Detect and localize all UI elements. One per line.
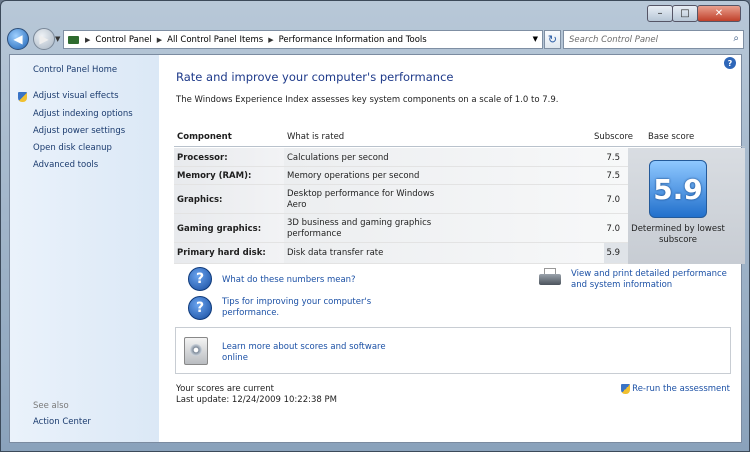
content-area: Control Panel Home Adjust visual effects…	[9, 54, 745, 443]
header-base-score: Base score	[648, 132, 695, 142]
link-what-numbers-mean[interactable]: What do these numbers mean?	[222, 275, 356, 286]
address-bar[interactable]: ▶ Control Panel ▶ All Control Panel Item…	[63, 30, 543, 49]
sidebar-item-visual-effects[interactable]: Adjust visual effects	[33, 91, 119, 101]
forward-arrow-icon: ▶	[39, 32, 49, 46]
sidebar-item-action-center[interactable]: Action Center	[33, 417, 91, 427]
row-subscore: 7.5	[606, 153, 620, 163]
row-subscore: 7.0	[606, 224, 620, 234]
base-score-panel: 5.9 Determined by lowest subscore	[628, 148, 745, 264]
last-update-text: Last update: 12/24/2009 10:22:38 PM	[176, 395, 337, 405]
sidebar: Control Panel Home Adjust visual effects…	[10, 55, 159, 442]
table-row: Primary hard disk: Disk data transfer ra…	[174, 243, 628, 264]
sidebar-item-disk-cleanup[interactable]: Open disk cleanup	[33, 143, 112, 153]
see-also-heading: See also	[33, 401, 69, 411]
score-table: Component What is rated Subscore Base sc…	[174, 125, 745, 264]
link-print-details[interactable]: View and print detailed performance and …	[571, 269, 741, 291]
rerun-assessment-label[interactable]: Re-run the assessment	[632, 384, 730, 394]
breadcrumb-all-items[interactable]: All Control Panel Items	[167, 35, 263, 45]
back-button[interactable]: ◀	[7, 28, 29, 50]
row-subscore: 7.5	[606, 171, 620, 181]
search-placeholder: Search Control Panel	[569, 34, 659, 45]
caption-buttons: – □ ✕	[647, 5, 741, 22]
help-question-icon: ?	[188, 296, 212, 320]
header-subscore: Subscore	[594, 132, 634, 142]
base-score-badge: 5.9	[649, 160, 707, 218]
base-score-note: Determined by lowest subscore	[631, 224, 725, 245]
close-button[interactable]: ✕	[697, 5, 741, 22]
row-component: Memory (RAM):	[177, 171, 252, 181]
row-component: Graphics:	[177, 195, 223, 205]
row-component: Gaming graphics:	[177, 224, 262, 234]
row-subscore: 5.9	[606, 248, 620, 258]
forward-button[interactable]: ▶	[33, 28, 55, 50]
uac-shield-icon	[621, 384, 631, 394]
breadcrumb-control-panel[interactable]: Control Panel	[95, 35, 151, 45]
sidebar-item-power[interactable]: Adjust power settings	[33, 126, 125, 136]
row-what: Desktop performance for Windows Aero	[287, 189, 435, 210]
help-question-icon: ?	[188, 267, 212, 291]
row-component: Primary hard disk:	[177, 248, 266, 258]
row-what: Disk data transfer rate	[287, 248, 384, 258]
chevron-right-icon[interactable]: ▶	[268, 36, 273, 44]
control-panel-window: – □ ✕ ◀ ▶ ▼ ▶ Control Panel ▶ All Contro…	[0, 0, 750, 452]
address-dropdown-icon[interactable]: ▼	[533, 35, 538, 43]
row-what: Calculations per second	[287, 153, 389, 163]
uac-shield-icon	[18, 92, 27, 102]
row-subscore: 7.0	[606, 195, 620, 205]
sidebar-item-advanced-tools[interactable]: Advanced tools	[33, 160, 98, 170]
refresh-button[interactable]: ↻	[544, 30, 561, 49]
header-what-is-rated: What is rated	[287, 132, 345, 142]
header-component: Component	[177, 132, 232, 142]
software-disc-icon	[184, 337, 208, 365]
maximize-button[interactable]: □	[672, 5, 698, 22]
main-pane: ? Rate and improve your computer's perfo…	[160, 55, 745, 442]
navigation-bar: ◀ ▶ ▼ ▶ Control Panel ▶ All Control Pane…	[7, 28, 744, 52]
recent-pages-dropdown[interactable]: ▼	[55, 35, 60, 43]
breadcrumb-performance[interactable]: Performance Information and Tools	[279, 35, 427, 45]
link-learn-more[interactable]: Learn more about scores and software onl…	[222, 342, 392, 364]
table-row: Graphics: Desktop performance for Window…	[174, 185, 628, 214]
chevron-right-icon[interactable]: ▶	[157, 36, 162, 44]
rerun-assessment-link[interactable]: Re-run the assessment	[621, 384, 730, 394]
intro-text: The Windows Experience Index assesses ke…	[176, 95, 559, 105]
table-row: Processor: Calculations per second 7.5	[174, 148, 628, 167]
table-row: Memory (RAM): Memory operations per seco…	[174, 167, 628, 185]
search-icon[interactable]: ⌕	[733, 33, 739, 44]
row-component: Processor:	[177, 153, 228, 163]
table-row: Gaming graphics: 3D business and gaming …	[174, 214, 628, 243]
help-icon[interactable]: ?	[724, 57, 736, 69]
row-what: Memory operations per second	[287, 171, 420, 181]
learn-more-box: Learn more about scores and software onl…	[175, 327, 731, 374]
refresh-icon: ↻	[547, 33, 558, 46]
row-what: 3D business and gaming graphics performa…	[287, 218, 432, 239]
control-panel-icon	[68, 35, 79, 44]
chevron-right-icon[interactable]: ▶	[85, 36, 90, 44]
score-status: Your scores are current Last update: 12/…	[176, 384, 337, 406]
sidebar-control-panel-home[interactable]: Control Panel Home	[33, 65, 117, 75]
title-bar: – □ ✕	[1, 1, 749, 27]
scores-current-text: Your scores are current	[176, 384, 274, 394]
printer-icon	[537, 268, 561, 288]
search-input[interactable]: Search Control Panel ⌕	[563, 30, 744, 49]
minimize-button[interactable]: –	[647, 5, 673, 22]
link-performance-tips[interactable]: Tips for improving your computer's perfo…	[222, 297, 382, 319]
table-header: Component What is rated Subscore Base sc…	[174, 125, 745, 147]
back-arrow-icon: ◀	[13, 32, 23, 46]
sidebar-item-indexing[interactable]: Adjust indexing options	[33, 109, 133, 119]
page-title: Rate and improve your computer's perform…	[176, 70, 454, 84]
